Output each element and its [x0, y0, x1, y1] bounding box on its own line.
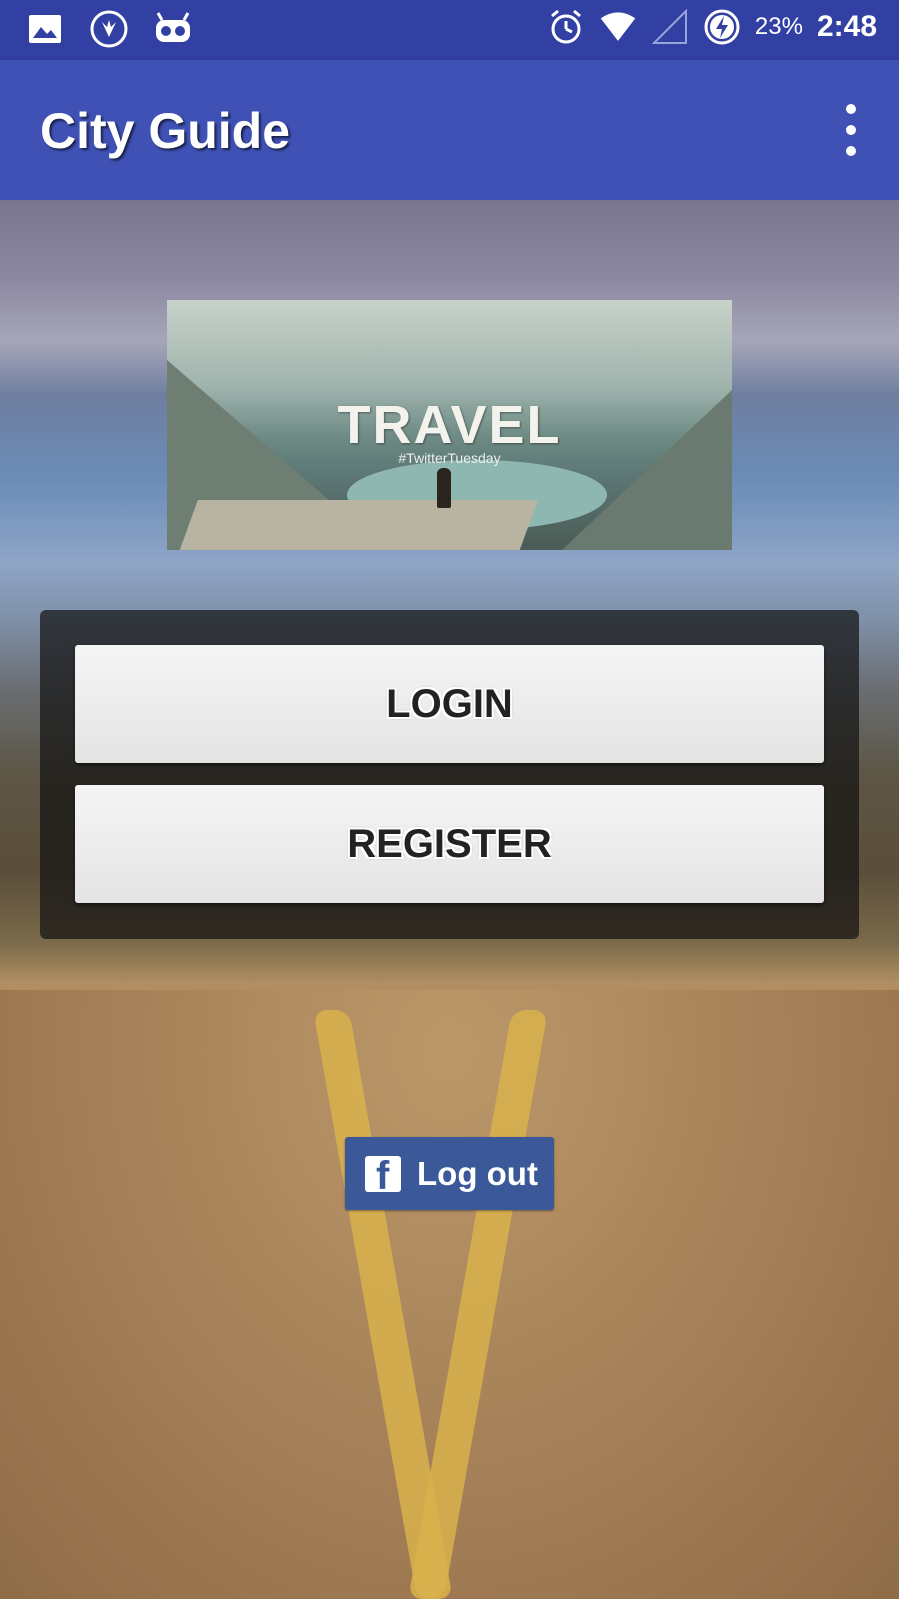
facebook-icon: f: [365, 1154, 401, 1198]
status-right-icons: 23% 2:48: [547, 8, 877, 46]
login-button[interactable]: LOGIN: [75, 645, 824, 763]
rock-ledge: [176, 500, 538, 550]
alarm-icon: [547, 8, 585, 46]
hiker-figure: [437, 468, 451, 508]
robot-icon: [154, 10, 192, 48]
clock: 2:48: [816, 10, 877, 43]
battery-charging-icon: [703, 8, 741, 46]
facebook-logout-label: Log out: [417, 1154, 538, 1192]
more-vert-icon[interactable]: [833, 104, 869, 156]
facebook-logout-button[interactable]: f Log out: [345, 1137, 554, 1210]
app-icon: [90, 10, 128, 48]
status-bar: 23% 2:48: [0, 0, 899, 60]
banner-title: TRAVEL: [337, 395, 562, 455]
app-bar: City Guide: [0, 60, 899, 200]
signal-icon: [651, 8, 689, 46]
gallery-icon: [26, 10, 64, 48]
travel-banner-image: TRAVEL #TwitterTuesday: [167, 300, 732, 550]
wifi-icon: [599, 8, 637, 46]
app-title: City Guide: [40, 103, 291, 159]
status-left-icons: [26, 10, 192, 48]
auth-panel: LOGIN REGISTER: [40, 610, 859, 939]
register-button[interactable]: REGISTER: [75, 785, 824, 903]
battery-percent: 23%: [754, 13, 803, 40]
banner-hashtag: #TwitterTuesday: [398, 450, 501, 466]
